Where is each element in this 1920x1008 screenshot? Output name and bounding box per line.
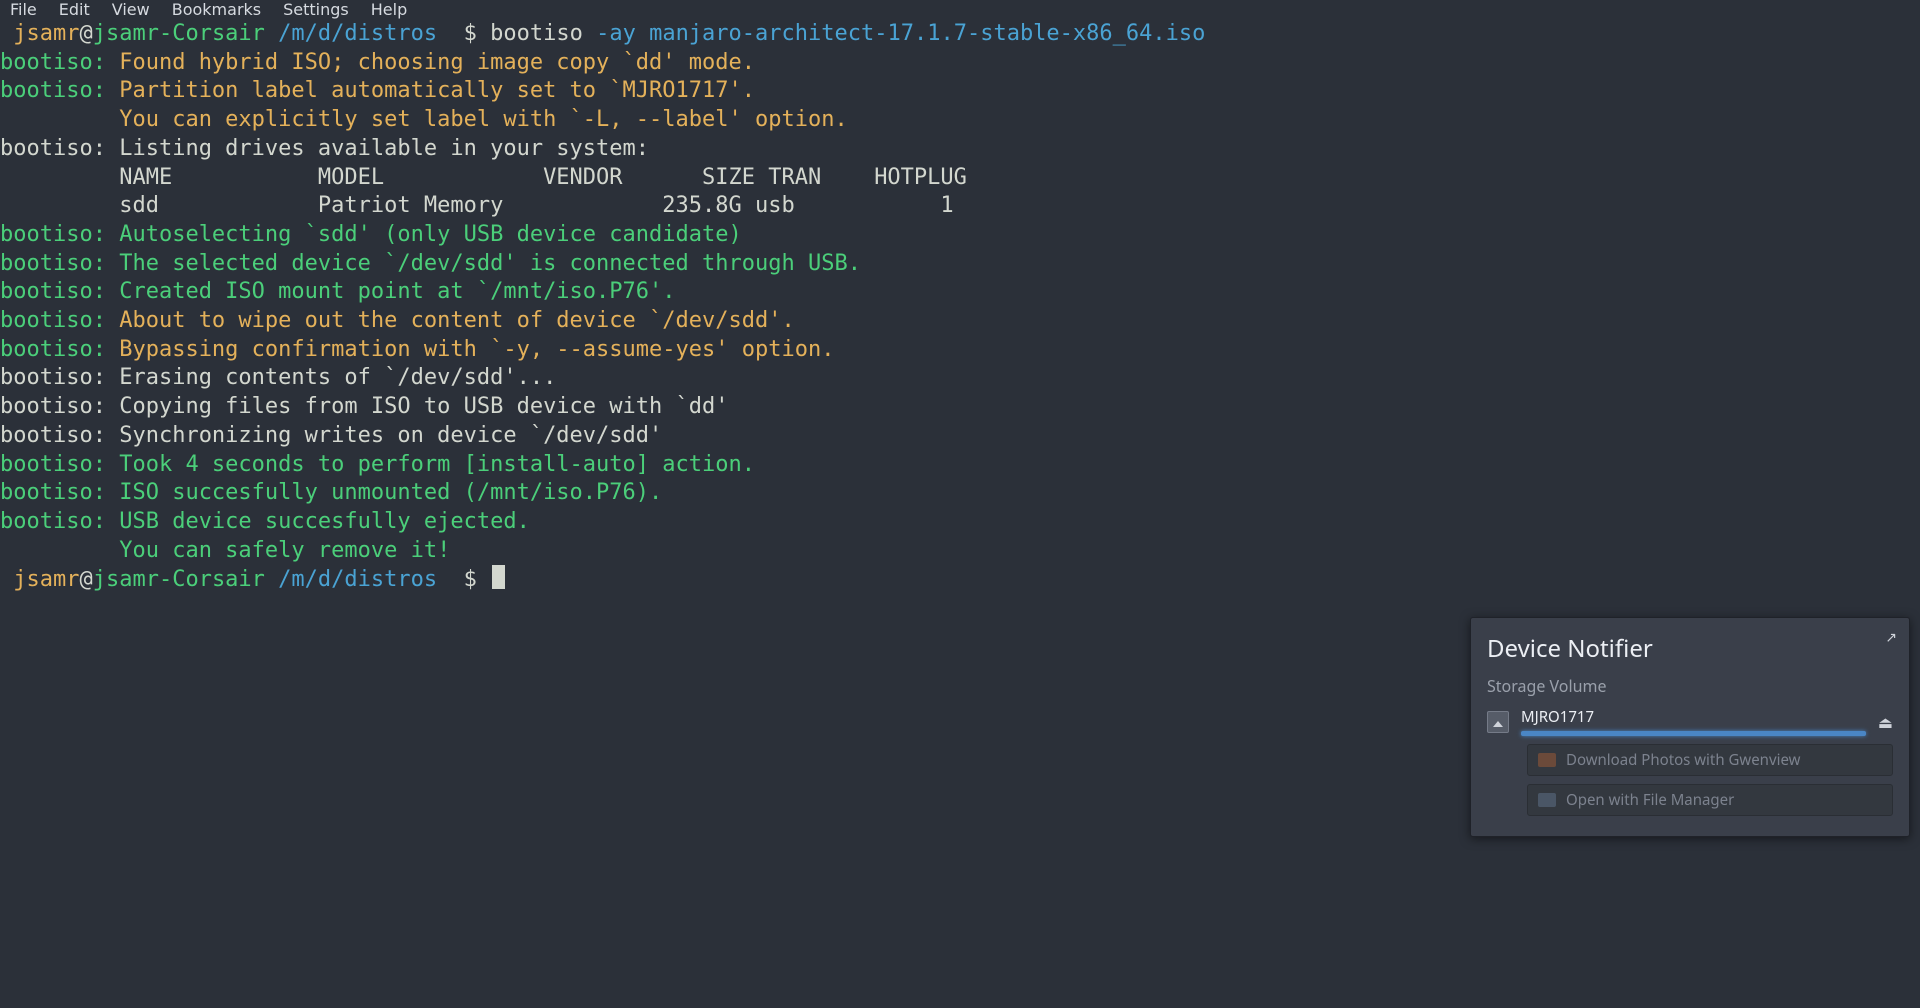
terminal-line: You can explicitly set label with `-L, -…	[0, 106, 1920, 135]
menubar: File Edit View Bookmarks Settings Help	[0, 0, 1920, 18]
prompt-line: jsamr@jsamr-Corsair /m/d/distros $	[0, 565, 1920, 595]
terminal-line: bootiso: The selected device `/dev/sdd' …	[0, 250, 1920, 279]
terminal-line: bootiso: About to wipe out the content o…	[0, 307, 1920, 336]
prompt-line: jsamr@jsamr-Corsair /m/d/distros $ booti…	[0, 20, 1920, 49]
terminal-line: You can safely remove it!	[0, 537, 1920, 566]
action-download-photos[interactable]: Download Photos with Gwenview	[1527, 744, 1893, 776]
device-row[interactable]: MJRO1717 ⏏	[1487, 707, 1893, 736]
action-label: Download Photos with Gwenview	[1566, 750, 1800, 770]
menu-bookmarks[interactable]: Bookmarks	[172, 0, 261, 19]
eject-icon[interactable]: ⏏	[1878, 711, 1893, 733]
terminal-line: bootiso: Found hybrid ISO; choosing imag…	[0, 49, 1920, 78]
terminal-line: NAME MODEL VENDOR SIZE TRAN HOTPLUG	[0, 164, 1920, 193]
menu-file[interactable]: File	[10, 0, 37, 19]
photos-app-icon	[1538, 753, 1556, 767]
menu-help[interactable]: Help	[371, 0, 407, 19]
folder-icon	[1538, 793, 1556, 807]
terminal-line: bootiso: Bypassing confirmation with `-y…	[0, 336, 1920, 365]
menu-settings[interactable]: Settings	[283, 0, 349, 19]
terminal-line: bootiso: Synchronizing writes on device …	[0, 422, 1920, 451]
terminal[interactable]: jsamr@jsamr-Corsair /m/d/distros $ booti…	[0, 18, 1920, 595]
terminal-line: bootiso: Partition label automatically s…	[0, 77, 1920, 106]
notifier-title: Device Notifier	[1487, 632, 1893, 665]
action-open-file-manager[interactable]: Open with File Manager	[1527, 784, 1893, 816]
action-label: Open with File Manager	[1566, 790, 1734, 810]
terminal-line: bootiso: Created ISO mount point at `/mn…	[0, 278, 1920, 307]
terminal-line: sdd Patriot Memory 235.8G usb 1	[0, 192, 1920, 221]
menu-edit[interactable]: Edit	[59, 0, 90, 19]
notifier-subtitle: Storage Volume	[1487, 675, 1893, 697]
terminal-line: bootiso: Erasing contents of `/dev/sdd'.…	[0, 364, 1920, 393]
drive-icon	[1487, 711, 1509, 733]
terminal-line: bootiso: Took 4 seconds to perform [inst…	[0, 451, 1920, 480]
device-name: MJRO1717	[1521, 707, 1866, 727]
menu-view[interactable]: View	[112, 0, 150, 19]
terminal-line: bootiso: Listing drives available in you…	[0, 135, 1920, 164]
device-usage-bar	[1521, 731, 1866, 736]
terminal-line: bootiso: USB device succesfully ejected.	[0, 508, 1920, 537]
terminal-line: bootiso: Autoselecting `sdd' (only USB d…	[0, 221, 1920, 250]
terminal-line: bootiso: ISO succesfully unmounted (/mnt…	[0, 479, 1920, 508]
cursor	[492, 565, 505, 589]
pin-icon[interactable]: ↗	[1885, 628, 1897, 647]
device-notifier-popup: ↗ Device Notifier Storage Volume MJRO171…	[1470, 617, 1910, 837]
terminal-line: bootiso: Copying files from ISO to USB d…	[0, 393, 1920, 422]
